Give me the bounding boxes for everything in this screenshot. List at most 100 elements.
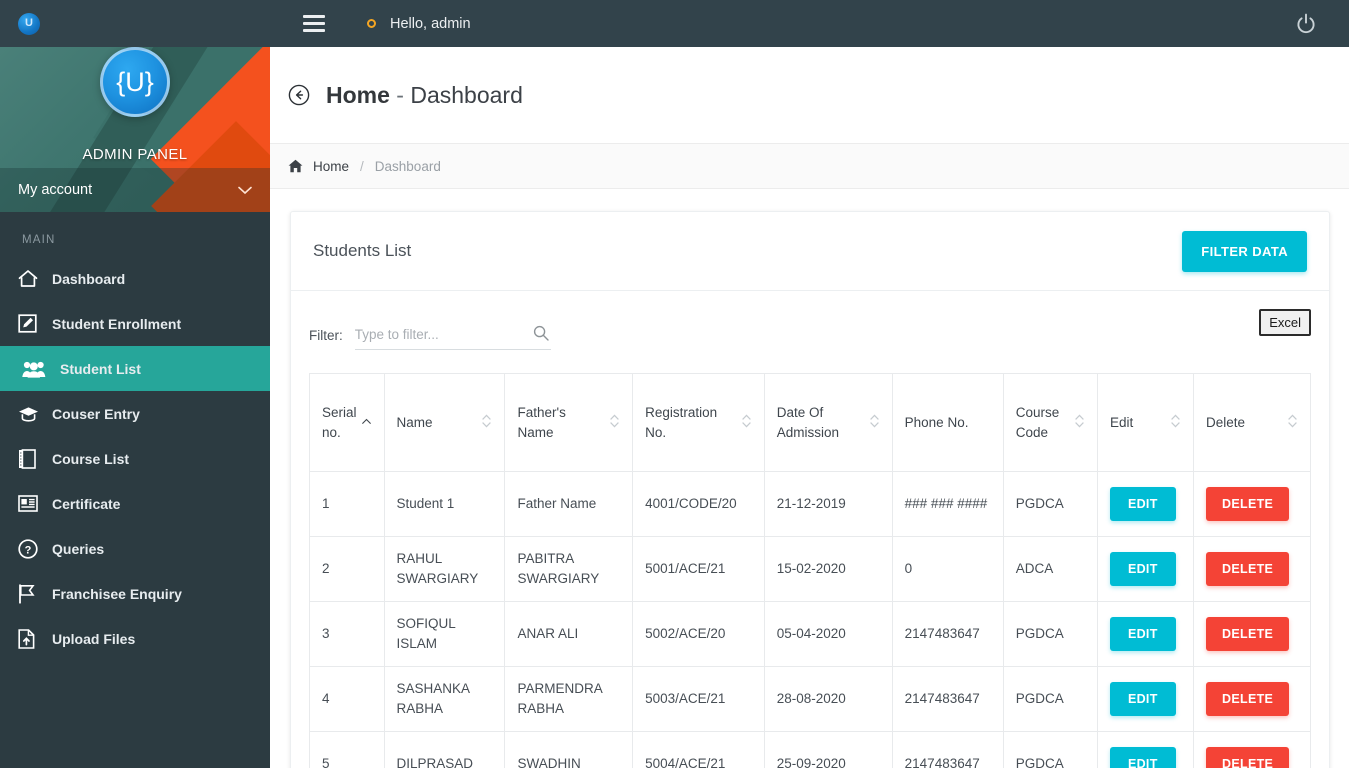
breadcrumb-current: Dashboard [374, 158, 441, 174]
table-row: 4 SASHANKA RABHA PARMENDRA RABHA 5003/AC… [309, 666, 1311, 732]
cell-delete: DELETE [1193, 731, 1311, 768]
cell-edit: EDIT [1096, 666, 1195, 732]
my-account-toggle[interactable]: My account [0, 168, 270, 212]
sort-icon [1170, 413, 1181, 432]
users-icon [22, 360, 56, 378]
sidebar-item-upload-files[interactable]: Upload Files [0, 616, 270, 661]
column-header-delete[interactable]: Delete [1193, 373, 1311, 472]
user-status-icon [367, 19, 376, 28]
breadcrumb-separator: / [360, 158, 364, 174]
page-title: Home - Dashboard [326, 82, 523, 109]
excel-export-button[interactable]: Excel [1259, 309, 1311, 336]
table-row: 2 RAHUL SWARGIARY PABITRA SWARGIARY 5001… [309, 536, 1311, 602]
filter-data-button[interactable]: FILTER DATA [1182, 230, 1307, 272]
cell-serial: 1 [309, 471, 385, 537]
cell-fathers-name: ANAR ALI [504, 601, 634, 667]
app-logo-icon: U [18, 12, 40, 35]
delete-button[interactable]: DELETE [1206, 747, 1290, 768]
filter-field [354, 320, 551, 350]
cell-edit: EDIT [1096, 471, 1195, 537]
sidebar-item-certificate[interactable]: Certificate [0, 481, 270, 526]
cell-course-code: PGDCA [1002, 731, 1098, 768]
page-title-separator: - [389, 81, 411, 108]
cell-edit: EDIT [1096, 601, 1195, 667]
sidebar-item-queries[interactable]: ? Queries [0, 526, 270, 571]
cell-registration-no: 5003/ACE/21 [632, 666, 765, 732]
column-header-date-of-admission[interactable]: Date Of Admission [763, 373, 893, 472]
power-icon[interactable] [1295, 13, 1317, 35]
cell-edit: EDIT [1096, 536, 1195, 602]
sidebar-brand: ADMIN PANEL [82, 146, 188, 163]
cell-course-code: ADCA [1002, 536, 1098, 602]
cell-date-of-admission: 15-02-2020 [763, 536, 893, 602]
column-header-course-code[interactable]: Course Code [1002, 373, 1098, 472]
table-row: 5 DILPRASAD SWADHIN 5004/ACE/21 25-09-20… [309, 731, 1311, 768]
delete-button[interactable]: DELETE [1206, 487, 1290, 521]
svg-text:?: ? [25, 544, 32, 556]
column-label: Serial no. [322, 404, 357, 440]
column-label: Date Of Admission [776, 404, 840, 440]
column-header-registration-no[interactable]: Registration No. [632, 373, 765, 472]
sidebar-item-course-list[interactable]: Course List [0, 436, 270, 481]
cell-registration-no: 5002/ACE/20 [632, 601, 765, 667]
my-account-label: My account [18, 182, 93, 198]
column-label: Father's Name [517, 404, 566, 440]
menu-bar [303, 29, 325, 32]
cell-serial: 2 [309, 536, 385, 602]
table-header-row: Serial no. Name Father's Name Registrati… [309, 373, 1311, 472]
cell-serial: 4 [309, 666, 385, 732]
cell-fathers-name: PABITRA SWARGIARY [504, 536, 634, 602]
students-list-card: Students List FILTER DATA Filter: Excel [290, 211, 1330, 768]
table-zone: Filter: Excel Serial [291, 290, 1329, 768]
page-title-sub: Dashboard [410, 81, 523, 108]
cell-name: RAHUL SWARGIARY [383, 536, 506, 602]
cell-registration-no: 4001/CODE/20 [632, 471, 765, 537]
column-header-serial-no[interactable]: Serial no. [309, 373, 385, 472]
cell-phone-no: 0 [891, 536, 1004, 602]
menu-icon[interactable] [303, 15, 325, 32]
delete-button[interactable]: DELETE [1206, 617, 1290, 651]
edit-button[interactable]: EDIT [1109, 552, 1176, 586]
cell-name: SOFIQUL ISLAM [383, 601, 506, 667]
cell-phone-no: ### ### #### [891, 471, 1004, 537]
column-header-name[interactable]: Name [383, 373, 506, 472]
app-root: {U} ADMIN PANEL My account MAIN Dashboar… [0, 0, 1349, 768]
cell-delete: DELETE [1193, 471, 1311, 537]
cell-registration-no: 5004/ACE/21 [632, 731, 765, 768]
sidebar-item-label: Queries [52, 540, 105, 557]
sort-icon [481, 413, 492, 432]
sort-icon [609, 413, 620, 432]
delete-button[interactable]: DELETE [1206, 552, 1290, 586]
sidebar-item-student-enrollment[interactable]: Student Enrollment [0, 301, 270, 346]
column-label: Edit [1109, 414, 1134, 430]
sidebar-item-label: Dashboard [52, 270, 126, 287]
user-greeting[interactable]: Hello, admin [367, 16, 471, 32]
breadcrumb-home[interactable]: Home [313, 159, 349, 174]
cell-fathers-name: PARMENDRA RABHA [504, 666, 634, 732]
home-icon [18, 269, 52, 288]
edit-button[interactable]: EDIT [1109, 487, 1176, 521]
column-label: Registration No. [645, 404, 718, 440]
sidebar-item-couser-entry[interactable]: Couser Entry [0, 391, 270, 436]
students-table: Serial no. Name Father's Name Registrati… [309, 373, 1311, 768]
edit-button[interactable]: EDIT [1109, 617, 1176, 651]
cell-name: DILPRASAD [383, 731, 506, 768]
arrow-left-circle-icon[interactable] [288, 84, 310, 106]
column-label: Course Code [1015, 404, 1060, 440]
column-header-phone-no[interactable]: Phone No. [891, 373, 1004, 472]
sidebar-item-label: Student List [60, 360, 141, 377]
sidebar-item-dashboard[interactable]: Dashboard [0, 256, 270, 301]
delete-button[interactable]: DELETE [1206, 682, 1290, 716]
sidebar-section-label: MAIN [22, 234, 56, 246]
edit-button[interactable]: EDIT [1109, 682, 1176, 716]
search-icon[interactable] [533, 325, 549, 346]
sort-icon [869, 413, 880, 432]
column-header-edit[interactable]: Edit [1096, 373, 1195, 472]
search-input[interactable] [354, 327, 515, 342]
sidebar-item-student-list[interactable]: Student List [0, 346, 270, 391]
sidebar-item-franchisee-enquiry[interactable]: Franchisee Enquiry [0, 571, 270, 616]
column-label: Delete [1206, 414, 1246, 430]
column-header-fathers-name[interactable]: Father's Name [504, 373, 634, 472]
sort-icon [741, 413, 752, 432]
edit-button[interactable]: EDIT [1109, 747, 1176, 768]
